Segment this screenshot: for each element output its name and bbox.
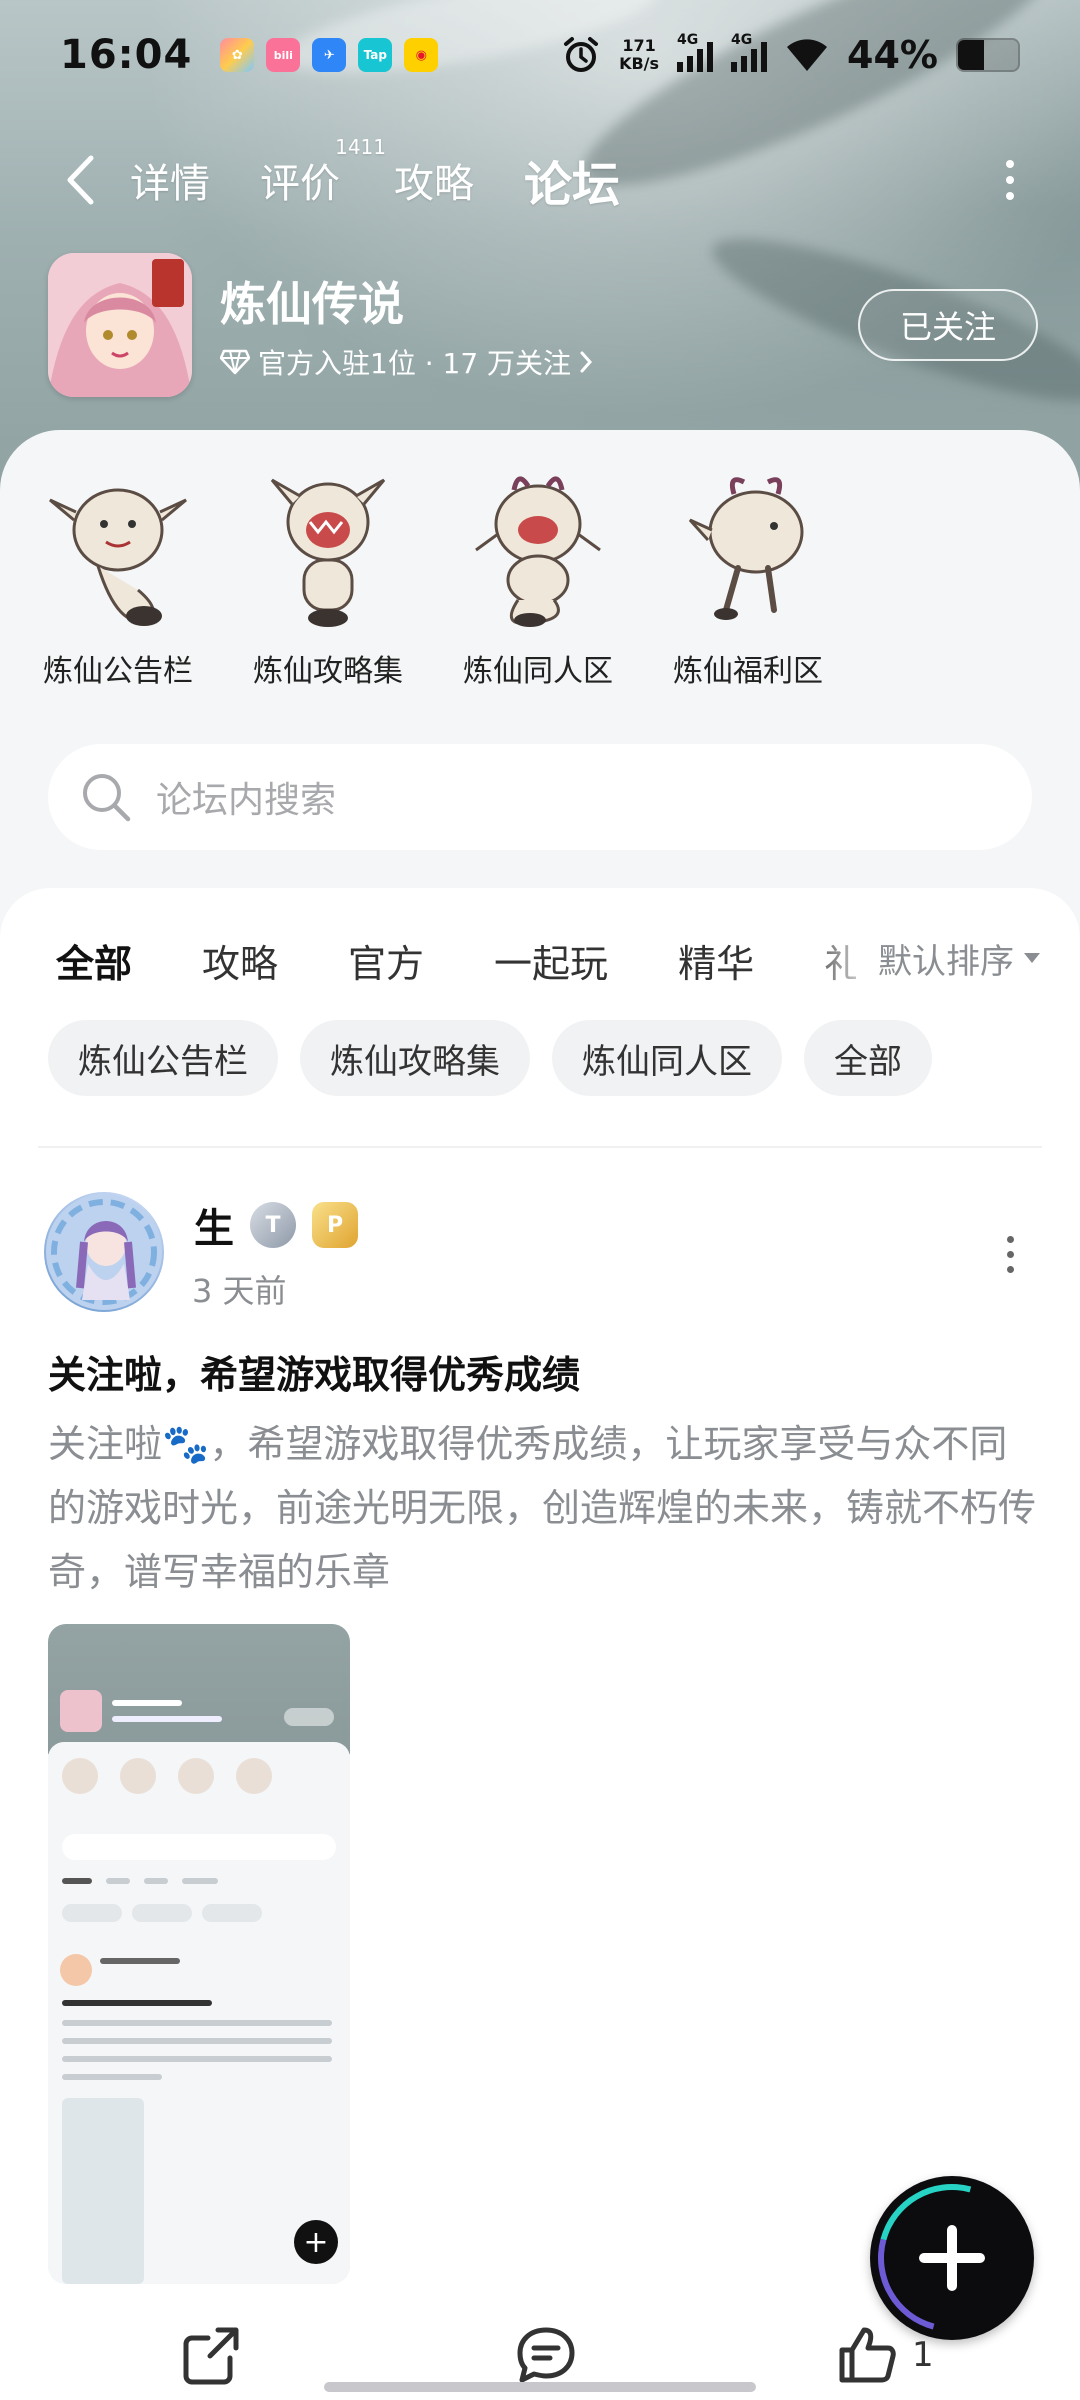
back-arrow-icon: [67, 155, 94, 205]
game-meta-link[interactable]: 官方入驻1位 · 17 万关注: [220, 342, 593, 382]
tab-reviews[interactable]: 评价 1411: [260, 135, 386, 209]
review-count: 1411: [335, 135, 386, 159]
chip-guides[interactable]: 炼仙攻略集: [300, 1020, 530, 1096]
battery-percentage: 44%: [847, 33, 938, 77]
avatar-image: [46, 1194, 162, 1310]
cell-signal-icon: 4G: [677, 32, 714, 72]
board-filter-chips: 炼仙公告栏 炼仙攻略集 炼仙同人区 全部: [48, 1020, 932, 1096]
category-tab-all[interactable]: 全部: [56, 933, 132, 990]
game-icon[interactable]: [48, 253, 192, 397]
comment-icon: [517, 2327, 575, 2383]
board-list: 炼仙公告栏 炼仙攻略集 炼仙同人区 炼仙福利区: [0, 460, 1080, 700]
mascot-fanart-image: [475, 476, 601, 627]
share-icon: [183, 2327, 239, 2385]
game-title: 炼仙传说: [220, 277, 404, 331]
like-count: 1: [912, 2335, 934, 2375]
status-bar: 16:04 ✿ bili ✈ Tap ◉ 171 KB/s 4G 4G 44%: [0, 0, 1080, 110]
category-tab-official[interactable]: 官方: [348, 933, 424, 988]
category-tabs: 全部 攻略 官方 一起玩 精华 礼: [56, 930, 856, 990]
share-button[interactable]: [180, 2320, 242, 2390]
notification-icons: ✿ bili ✈ Tap ◉: [220, 38, 439, 72]
home-indicator[interactable]: [324, 2382, 756, 2392]
post-body[interactable]: 关注啦🐾，希望游戏取得优秀成绩，让玩家享受与众不同的游戏时光，前途光明无限，创造…: [48, 1412, 1038, 1604]
divider: [38, 1146, 1042, 1148]
top-nav: 详情 评价 1411 攻略 论坛: [0, 130, 1080, 230]
board-fanart[interactable]: 炼仙同人区: [438, 460, 638, 690]
post-more-button[interactable]: [990, 1224, 1030, 1284]
wifi-icon: [787, 39, 828, 71]
chip-fanart[interactable]: 炼仙同人区: [552, 1020, 782, 1096]
category-tab-play-together[interactable]: 一起玩: [494, 933, 608, 988]
back-button[interactable]: [50, 150, 110, 210]
bilibili-icon: bili: [266, 38, 301, 72]
post-image[interactable]: +: [48, 1624, 350, 2284]
app-flower-icon: ✿: [220, 38, 255, 72]
messenger-icon: ✈: [312, 38, 347, 72]
more-dots-icon: [1006, 160, 1014, 168]
chevron-right-icon: [580, 351, 593, 373]
cell-signal-icon-2: 4G: [731, 32, 768, 72]
author-name: 生: [194, 1206, 234, 1252]
thumb-plus-icon: +: [294, 2220, 338, 2264]
chip-announcements[interactable]: 炼仙公告栏: [48, 1020, 278, 1096]
post-time: 3 天前: [192, 1272, 287, 1310]
search-placeholder: 论坛内搜索: [156, 780, 337, 821]
mascot-guides-image: [270, 478, 386, 627]
create-post-button[interactable]: [850, 2156, 1054, 2360]
mascot-announcements-image: [49, 488, 187, 626]
board-rewards[interactable]: 炼仙福利区: [648, 460, 848, 690]
followed-button[interactable]: 已关注: [858, 289, 1038, 361]
post-author[interactable]: 生 T P: [194, 1196, 358, 1254]
like-button[interactable]: 1: [836, 2320, 934, 2390]
sort-dropdown[interactable]: 默认排序: [872, 928, 1040, 988]
post-title[interactable]: 关注啦，希望游戏取得优秀成绩: [48, 1344, 580, 1399]
player-badge-icon: P: [312, 1202, 358, 1248]
mascot-rewards-image: [688, 477, 804, 620]
diamond-icon: [220, 349, 250, 375]
thumbs-up-icon: [839, 2327, 896, 2383]
alarm-icon: [564, 37, 599, 72]
category-tab-featured[interactable]: 精华: [678, 933, 754, 988]
chip-all[interactable]: 全部: [804, 1020, 932, 1096]
game-character-image: [48, 253, 192, 397]
network-speed: 171 KB/s: [619, 36, 660, 73]
battery-icon: [956, 38, 1020, 72]
tab-forum[interactable]: 论坛: [524, 145, 620, 215]
search-icon: [83, 774, 131, 822]
taptap-icon: Tap: [358, 38, 393, 72]
comment-button[interactable]: [514, 2320, 578, 2390]
avatar[interactable]: [44, 1192, 164, 1312]
status-time: 16:04: [60, 32, 193, 78]
more-options-button[interactable]: [980, 150, 1040, 210]
game-header: 炼仙传说 官方入驻1位 · 17 万关注 已关注: [48, 250, 1038, 400]
dropdown-arrow-icon: [1024, 953, 1040, 963]
level-badge-icon: T: [250, 1202, 296, 1248]
more-dots-icon: [1006, 1235, 1014, 1243]
category-tab-guides[interactable]: 攻略: [202, 933, 278, 988]
board-guides[interactable]: 炼仙攻略集: [228, 460, 428, 690]
weibo-icon: ◉: [404, 38, 439, 72]
board-announcements[interactable]: 炼仙公告栏: [18, 460, 218, 690]
tab-guides[interactable]: 攻略: [394, 151, 474, 209]
tab-details[interactable]: 详情: [130, 151, 210, 209]
forum-search-input[interactable]: 论坛内搜索: [48, 744, 1032, 850]
